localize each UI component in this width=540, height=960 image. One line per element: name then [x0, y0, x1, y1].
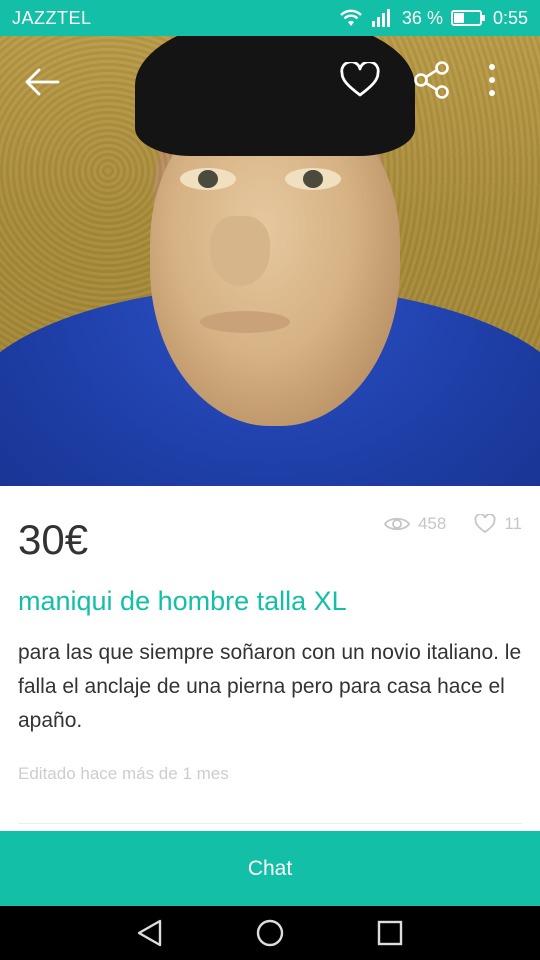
battery-icon [450, 10, 485, 26]
system-nav-bar [0, 906, 540, 960]
views-value: 458 [417, 514, 447, 533]
clock: 0:55 [492, 7, 528, 28]
price: 30€ [18, 516, 89, 563]
heart-icon[interactable] [336, 56, 384, 104]
listing-details: 30€ 458 11 maniqui de hombre talla XL pa… [0, 486, 540, 831]
favorites-value: 11 [504, 514, 522, 533]
listing-title: maniqui de hombre talla XL [18, 586, 347, 616]
edited-timestamp: Editado hace más de 1 mes [18, 764, 229, 783]
chat-button[interactable]: Chat [0, 831, 540, 906]
listing-description: para las que siempre soñaron con un novi… [18, 641, 522, 732]
carrier-name: JAZZTEL [12, 7, 92, 28]
nav-recents-icon[interactable] [375, 918, 405, 948]
product-photo[interactable] [0, 36, 540, 486]
battery-percent: 36 % [401, 7, 443, 28]
signal-icon [371, 9, 390, 27]
listing-stats: 458 11 [364, 514, 522, 534]
photo-nose [210, 216, 270, 286]
heart-outline-icon [474, 514, 496, 534]
share-icon[interactable] [408, 56, 456, 104]
views-count: 458 [383, 514, 447, 534]
chat-button-label: Chat [247, 856, 293, 880]
photo-eye-right [285, 168, 341, 190]
status-bar: JAZZTEL 36 % 0:55 [0, 0, 540, 36]
favorites-count: 11 [474, 514, 522, 534]
eye-icon [383, 517, 410, 531]
divider [18, 823, 522, 824]
nav-home-icon[interactable] [255, 918, 285, 948]
photo-mouth [200, 311, 290, 333]
wifi-icon [340, 9, 362, 26]
nav-back-icon[interactable] [135, 918, 165, 948]
more-vert-icon[interactable] [478, 56, 506, 104]
status-right: 36 % 0:55 [338, 8, 528, 29]
photo-eye-left [180, 168, 236, 190]
back-arrow-icon[interactable] [18, 58, 66, 106]
